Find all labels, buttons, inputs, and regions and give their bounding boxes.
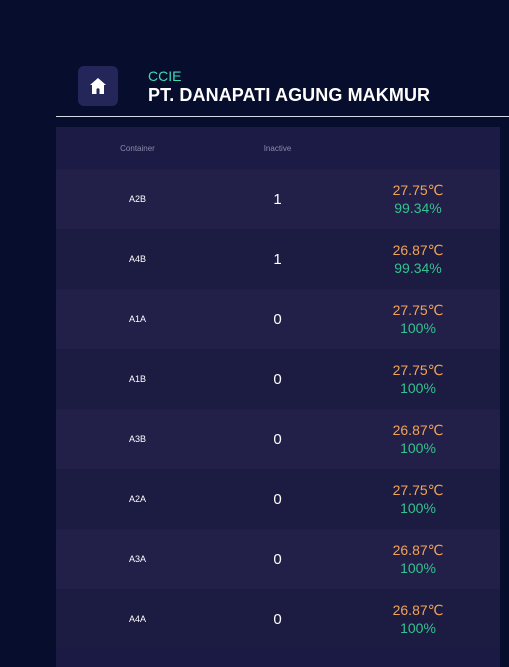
page-title: PT. DANAPATI AGUNG MAKMUR bbox=[148, 85, 431, 105]
humidity-value: 100% bbox=[400, 440, 436, 456]
readings-cell: 27.75℃ 99.34% bbox=[336, 181, 500, 217]
readings-cell: 26.87℃ 99.34% bbox=[336, 241, 500, 277]
table-row[interactable]: A2B 1 27.75℃ 99.34% bbox=[56, 169, 500, 229]
inactive-count: 0 bbox=[273, 310, 282, 328]
humidity-value: 100% bbox=[400, 320, 436, 336]
readings-cell: 27.75℃ 100% bbox=[336, 481, 500, 517]
temperature-value: 26.87℃ bbox=[392, 542, 444, 558]
inactive-count: 1 bbox=[273, 250, 282, 268]
column-header-container[interactable]: Container bbox=[56, 144, 219, 153]
humidity-value: 100% bbox=[400, 500, 436, 516]
humidity-value: 100% bbox=[400, 620, 436, 636]
humidity-value: 100% bbox=[400, 380, 436, 396]
page-subtitle: CCIE bbox=[148, 68, 182, 84]
container-name: A1A bbox=[128, 314, 146, 324]
inactive-count: 1 bbox=[273, 190, 282, 208]
column-header-inactive[interactable]: Inactive bbox=[219, 144, 336, 153]
table-row[interactable]: A4A 0 26.87℃ 100% bbox=[56, 589, 500, 649]
container-name: A3B bbox=[128, 434, 146, 444]
humidity-value: 100% bbox=[400, 560, 436, 576]
table-header: Container Inactive bbox=[56, 127, 500, 169]
temperature-value: 26.87℃ bbox=[392, 602, 444, 618]
home-button[interactable] bbox=[78, 66, 118, 106]
temperature-value: 27.75℃ bbox=[392, 362, 444, 378]
readings-cell: 26.87℃ 100% bbox=[336, 601, 500, 637]
readings-cell: 27.75℃ 100% bbox=[336, 301, 500, 337]
inactive-count: 0 bbox=[273, 490, 282, 508]
temperature-value: 27.75℃ bbox=[392, 482, 444, 498]
readings-cell: 26.87℃ 100% bbox=[336, 421, 500, 457]
temperature-value: 27.75℃ bbox=[392, 182, 444, 198]
header-divider bbox=[56, 116, 509, 117]
container-name: A3A bbox=[128, 554, 146, 564]
temperature-value: 26.87℃ bbox=[392, 242, 444, 258]
temperature-value: 27.75℃ bbox=[392, 302, 444, 318]
container-name: A2A bbox=[128, 494, 146, 504]
table-row[interactable]: A4B 1 26.87℃ 99.34% bbox=[56, 229, 500, 289]
inactive-count: 0 bbox=[273, 550, 282, 568]
home-icon bbox=[90, 78, 106, 94]
container-name: A2B bbox=[128, 194, 146, 204]
temperature-value: 26.87℃ bbox=[392, 422, 444, 438]
table-row[interactable]: A3B 0 26.87℃ 100% bbox=[56, 409, 500, 469]
container-table: Container Inactive A2B 1 27.75℃ 99.34% A… bbox=[56, 127, 500, 667]
inactive-count: 0 bbox=[273, 430, 282, 448]
header-titles: CCIE PT. DANAPATI AGUNG MAKMUR bbox=[148, 68, 430, 106]
table-row[interactable]: A1B 0 27.75℃ 100% bbox=[56, 349, 500, 409]
inactive-count: 0 bbox=[273, 370, 282, 388]
container-name: A1B bbox=[128, 374, 146, 384]
readings-cell: 26.87℃ 100% bbox=[336, 541, 500, 577]
container-name: A4B bbox=[128, 254, 146, 264]
table-row[interactable]: A2A 0 27.75℃ 100% bbox=[56, 469, 500, 529]
inactive-count: 0 bbox=[273, 610, 282, 628]
container-name: A4A bbox=[128, 614, 146, 624]
table-row[interactable]: A3A 0 26.87℃ 100% bbox=[56, 529, 500, 589]
readings-cell: 27.75℃ 100% bbox=[336, 361, 500, 397]
table-row[interactable]: A1A 0 27.75℃ 100% bbox=[56, 289, 500, 349]
humidity-value: 99.34% bbox=[394, 260, 442, 276]
page-header: CCIE PT. DANAPATI AGUNG MAKMUR bbox=[78, 66, 430, 106]
humidity-value: 99.34% bbox=[394, 200, 442, 216]
